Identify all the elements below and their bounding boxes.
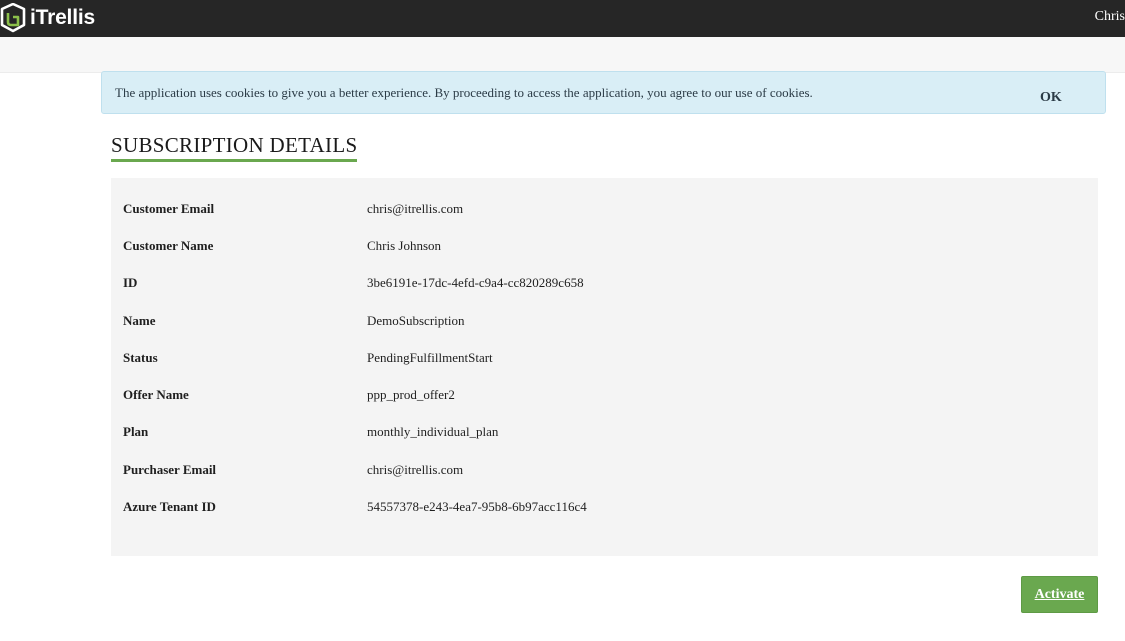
detail-row-purchaser-email: Purchaser Email chris@itrellis.com [111,462,1098,482]
detail-label: Plan [123,424,149,439]
logo-text: iTrellis [30,6,95,29]
detail-value: PendingFulfillmentStart [367,350,493,365]
brand-logo[interactable]: iTrellis [0,3,95,33]
detail-value: DemoSubscription [367,313,465,328]
detail-label: Name [123,313,156,328]
detail-value: chris@itrellis.com [367,462,464,477]
cookie-ok-button[interactable]: OK [1040,90,1062,106]
detail-row-offer-name: Offer Name ppp_prod_offer2 [111,387,1098,407]
detail-row-customer-name: Customer Name Chris Johnson [111,238,1098,258]
detail-row-plan: Plan monthly_individual_plan [111,424,1098,444]
activate-button[interactable]: Activate [1021,576,1098,613]
detail-label: ID [123,275,138,290]
detail-row-customer-email: Customer Email chris@itrellis.com [111,201,1098,221]
detail-value: 54557378-e243-4ea7-95b8-6b97acc116c4 [367,499,587,514]
detail-label: Offer Name [123,387,189,402]
trellis-logo-icon [0,3,26,33]
top-navigation-bar: iTrellis Chris [0,0,1125,37]
secondary-bar [0,37,1125,73]
detail-row-name: Name DemoSubscription [111,313,1098,333]
cookie-consent-banner: The application uses cookies to give you… [101,71,1106,114]
detail-value: chris@itrellis.com [367,201,464,216]
detail-row-id: ID 3be6191e-17dc-4efd-c9a4-cc820289c658 [111,275,1098,295]
user-name-menu[interactable]: Chris [1095,9,1125,25]
detail-value: Chris Johnson [367,238,442,253]
detail-label: Customer Email [123,201,215,216]
page-title: SUBSCRIPTION DETAILS [111,133,358,162]
detail-value: ppp_prod_offer2 [367,387,455,402]
detail-label: Status [123,350,158,365]
detail-value: 3be6191e-17dc-4efd-c9a4-cc820289c658 [367,275,584,290]
detail-row-status: Status PendingFulfillmentStart [111,350,1098,370]
detail-label: Azure Tenant ID [123,499,216,514]
detail-label: Purchaser Email [123,462,217,477]
detail-label: Customer Name [123,238,214,253]
detail-value: monthly_individual_plan [367,424,499,439]
cookie-message: The application uses cookies to give you… [115,85,813,100]
detail-row-azure-tenant-id: Azure Tenant ID 54557378-e243-4ea7-95b8-… [111,499,1098,519]
subscription-details-panel: Customer Email chris@itrellis.com Custom… [111,178,1098,556]
